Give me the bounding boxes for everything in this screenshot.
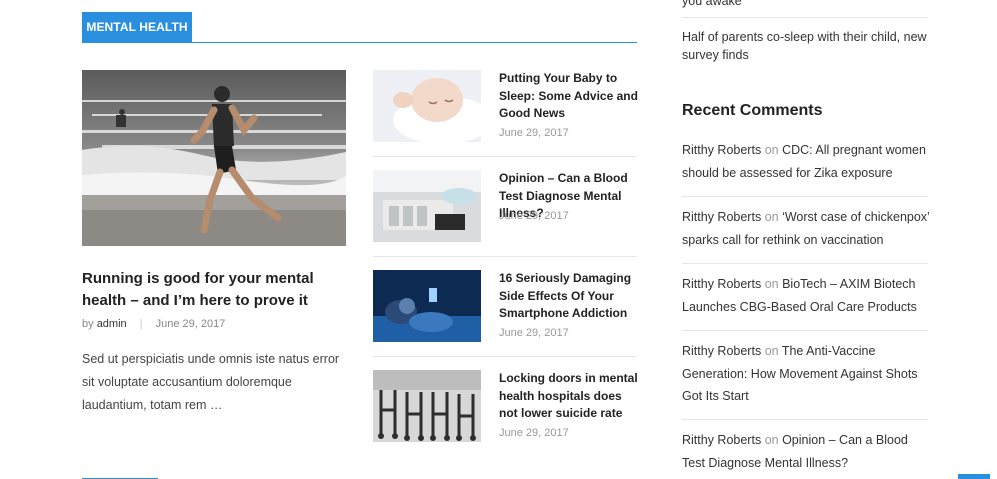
- post-date[interactable]: June 29, 2017: [499, 210, 569, 222]
- feature-title[interactable]: Running is good for your mental health –…: [82, 268, 348, 312]
- comment-on: on: [764, 143, 779, 157]
- feature-meta: by admin | June 29, 2017: [82, 317, 225, 331]
- divider: [682, 330, 928, 331]
- recent-post-link[interactable]: Half of parents co-sleep with their chil…: [682, 28, 932, 64]
- post-date[interactable]: June 29, 2017: [499, 127, 569, 139]
- comment-on: on: [764, 210, 779, 224]
- comment-on: on: [764, 344, 779, 358]
- comment-item: Ritthy Roberts on Opinion – Can a Blood …: [682, 429, 932, 474]
- post-title[interactable]: Putting Your Baby to Sleep: Some Advice …: [499, 70, 639, 123]
- post-thumbnail[interactable]: [373, 170, 481, 242]
- feature-date[interactable]: June 29, 2017: [156, 318, 226, 330]
- previous-post-partial[interactable]: you awake: [682, 0, 742, 8]
- divider: [373, 356, 637, 357]
- divider: [682, 196, 928, 197]
- list-item[interactable]: 16 Seriously Damaging Side Effects Of Yo…: [373, 270, 637, 356]
- feature-image[interactable]: [82, 70, 346, 246]
- post-date[interactable]: June 29, 2017: [499, 327, 569, 339]
- comment-item: Ritthy Roberts on BioTech – AXIM Biotech…: [682, 273, 932, 318]
- divider: [682, 419, 928, 420]
- comment-author[interactable]: Ritthy Roberts: [682, 210, 761, 224]
- list-item[interactable]: Putting Your Baby to Sleep: Some Advice …: [373, 70, 639, 156]
- list-item[interactable]: Opinion – Can a Blood Test Diagnose Ment…: [373, 170, 637, 256]
- comment-author[interactable]: Ritthy Roberts: [682, 143, 761, 157]
- post-thumbnail[interactable]: [373, 370, 481, 442]
- post-thumbnail[interactable]: [373, 270, 481, 342]
- scroll-to-top-button[interactable]: [958, 474, 990, 479]
- meta-separator: |: [139, 318, 143, 330]
- divider: [373, 156, 637, 157]
- feature-excerpt: Sed ut perspiciatis unde omnis iste natu…: [82, 352, 340, 412]
- post-title[interactable]: Locking doors in mental health hospitals…: [499, 370, 639, 423]
- comment-on: on: [764, 277, 779, 291]
- comment-author[interactable]: Ritthy Roberts: [682, 433, 761, 447]
- post-date[interactable]: June 29, 2017: [499, 427, 569, 439]
- list-item[interactable]: Locking doors in mental health hospitals…: [373, 370, 639, 456]
- section-header: MENTAL HEALTH: [82, 12, 637, 43]
- comment-item: Ritthy Roberts on ‘Worst case of chicken…: [682, 206, 932, 251]
- author-link[interactable]: admin: [97, 318, 127, 330]
- divider: [682, 17, 928, 18]
- comment-author[interactable]: Ritthy Roberts: [682, 277, 761, 291]
- comment-item: Ritthy Roberts on CDC: All pregnant wome…: [682, 139, 932, 184]
- divider: [373, 256, 637, 257]
- section-label[interactable]: MENTAL HEALTH: [82, 12, 192, 43]
- comment-on: on: [764, 433, 779, 447]
- comment-item: Ritthy Roberts on The Anti-Vaccine Gener…: [682, 340, 932, 408]
- post-thumbnail[interactable]: [373, 70, 481, 142]
- post-title[interactable]: 16 Seriously Damaging Side Effects Of Yo…: [499, 270, 639, 323]
- divider: [682, 263, 928, 264]
- recent-comments-heading: Recent Comments: [682, 102, 823, 119]
- comment-author[interactable]: Ritthy Roberts: [682, 344, 761, 358]
- by-label: by: [82, 318, 94, 330]
